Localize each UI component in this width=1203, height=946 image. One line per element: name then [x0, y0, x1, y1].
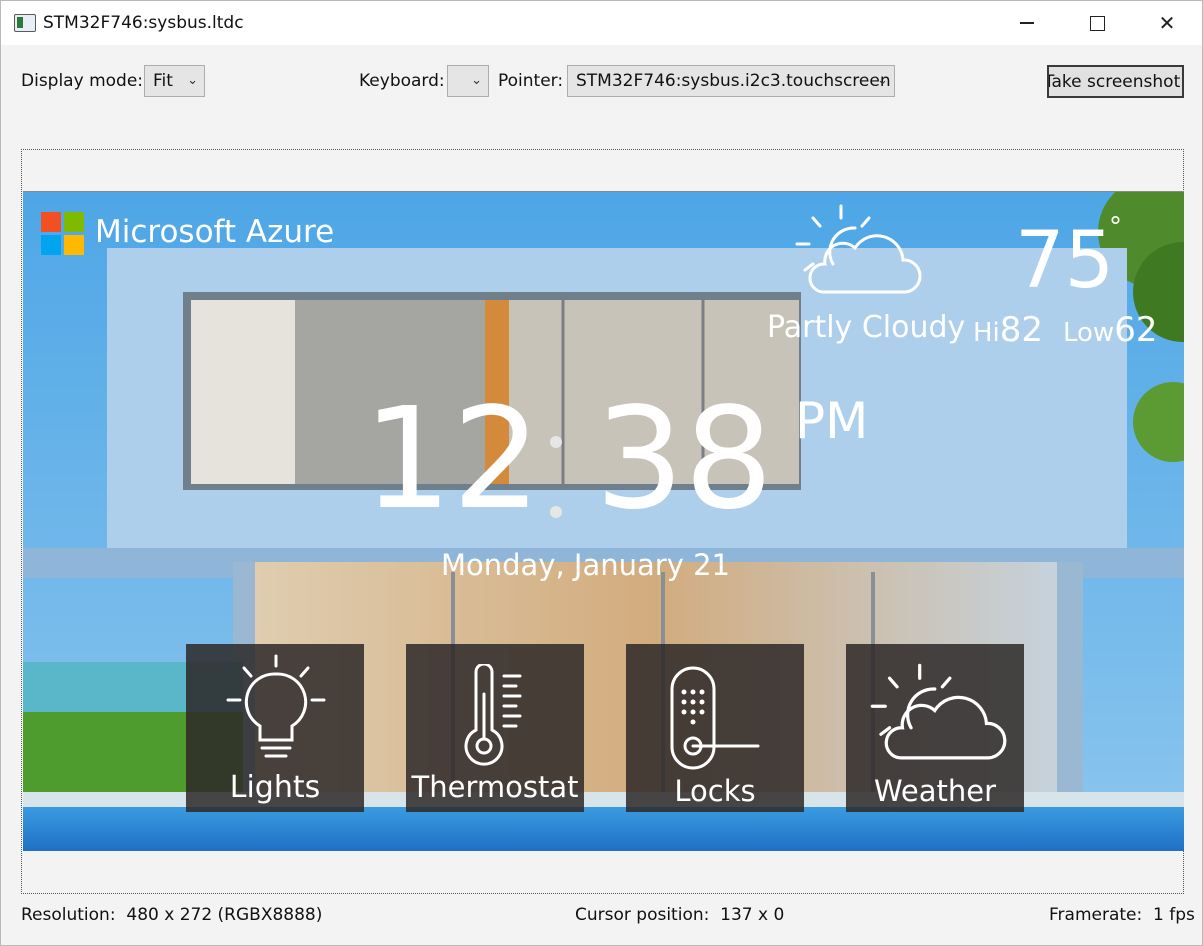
- hi-value: 82: [999, 310, 1044, 350]
- app-icon: [14, 14, 36, 32]
- keyboard-select[interactable]: ⌄: [447, 65, 489, 97]
- clock-colon-top: [550, 436, 562, 448]
- microsoft-logo-icon: [41, 212, 85, 256]
- cursor-value: 137 x 0: [720, 905, 785, 925]
- resolution-status: Resolution: 480 x 272 (RGBX8888): [21, 905, 322, 925]
- framerate-status: Framerate: 1 fps: [1049, 905, 1195, 925]
- chevron-down-icon: ⌄: [187, 73, 198, 88]
- pointer-select[interactable]: STM32F746:sysbus.i2c3.touchscreen ⌄: [567, 65, 895, 97]
- maximize-icon: [1089, 15, 1105, 31]
- app-window: STM32F746:sysbus.ltdc ✕ Display mode: Fi…: [0, 0, 1203, 946]
- chevron-down-icon: ⌄: [471, 73, 482, 88]
- cursor-status: Cursor position: 137 x 0: [575, 905, 784, 925]
- clock-colon-bottom: [550, 506, 562, 518]
- temperature-value: 75: [1015, 216, 1115, 306]
- display-mode-value: Fit: [153, 71, 173, 91]
- window-title: STM32F746:sysbus.ltdc: [43, 13, 244, 33]
- framerate-value: 1 fps: [1153, 905, 1195, 925]
- tile-lights[interactable]: Lights: [186, 644, 364, 812]
- tile-label: Locks: [674, 774, 756, 808]
- display-mode-select[interactable]: Fit ⌄: [144, 65, 205, 97]
- tile-label: Lights: [229, 770, 321, 805]
- degree-symbol: °: [1109, 212, 1122, 242]
- brand-label: Microsoft Azure: [95, 214, 335, 250]
- low-value: 62: [1114, 310, 1158, 350]
- low-temperature: Low62: [1063, 310, 1157, 350]
- low-label: Low: [1063, 318, 1115, 348]
- pointer-value: STM32F746:sysbus.i2c3.touchscreen: [576, 71, 891, 91]
- weather-condition: Partly Cloudy: [767, 310, 966, 345]
- tile-label: Thermostat: [411, 770, 579, 804]
- close-button[interactable]: ✕: [1132, 1, 1202, 45]
- take-screenshot-button[interactable]: Take screenshot!: [1047, 65, 1184, 98]
- clock-minutes: 38: [595, 378, 774, 541]
- clock-hours: 12: [363, 378, 542, 541]
- pointer-label: Pointer:: [498, 71, 564, 91]
- date-label: Monday, January 21: [441, 548, 730, 582]
- framerate-label: Framerate:: [1049, 905, 1143, 925]
- maximize-button[interactable]: [1062, 1, 1132, 45]
- display-mode-label: Display mode:: [21, 71, 144, 91]
- keyboard-label: Keyboard:: [359, 71, 445, 91]
- cursor-label: Cursor position:: [575, 905, 710, 925]
- hi-temperature: Hi82: [973, 310, 1043, 350]
- minimize-icon: [1020, 22, 1034, 24]
- hi-label: Hi: [973, 318, 1000, 348]
- tile-thermostat[interactable]: Thermostat: [406, 644, 584, 812]
- tile-label: Weather: [873, 774, 997, 808]
- clock-ampm: PM: [795, 392, 869, 450]
- chevron-down-icon: ⌄: [877, 73, 888, 88]
- resolution-label: Resolution:: [21, 905, 116, 925]
- thermometer-icon: [464, 664, 522, 766]
- partly-cloudy-icon: [870, 663, 1007, 760]
- minimize-button[interactable]: [992, 1, 1062, 45]
- close-icon: ✕: [1158, 11, 1176, 35]
- resolution-value: 480 x 272 (RGBX8888): [126, 905, 323, 925]
- lightbulb-icon: [226, 654, 326, 758]
- door-lock-icon: [670, 666, 760, 770]
- tile-locks[interactable]: Locks: [626, 644, 804, 812]
- title-bar: STM32F746:sysbus.ltdc ✕: [1, 1, 1202, 45]
- device-screen[interactable]: Microsoft Azure 75 ° Partly Cloudy Hi82 …: [23, 191, 1184, 851]
- partly-cloudy-icon: [795, 204, 922, 294]
- tile-weather[interactable]: Weather: [846, 644, 1024, 812]
